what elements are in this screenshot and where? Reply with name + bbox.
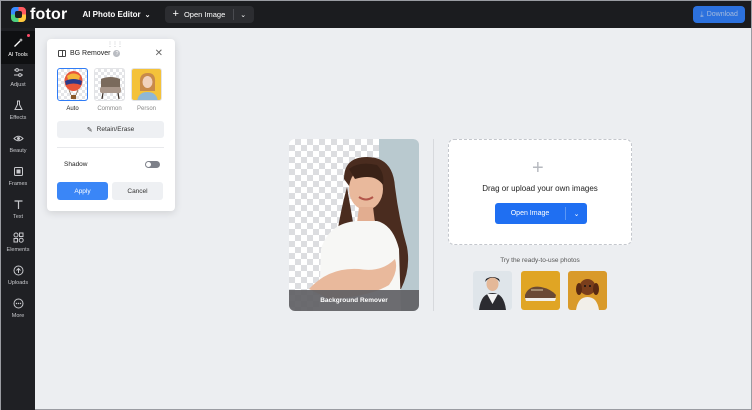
text-icon (13, 199, 24, 211)
sidebar-item-beauty[interactable]: Beauty (1, 127, 35, 160)
person-thumbnail (131, 68, 162, 101)
info-icon[interactable]: ? (113, 50, 121, 57)
upload-dropzone[interactable]: + Drag or upload your own images Open Im… (448, 139, 632, 245)
sidebar-item-frames[interactable]: Frames (1, 160, 35, 193)
chevron-down-icon[interactable]: ⌄ (566, 203, 587, 224)
sidebar-item-elements[interactable]: Elements (1, 226, 35, 259)
brush-icon: ✎ (86, 126, 93, 134)
retain-erase-button[interactable]: ✎ Retain/Erase (57, 121, 164, 138)
chevron-down-icon: ⌄ (144, 11, 151, 19)
sidebar-item-adjust[interactable]: Adjust (1, 61, 35, 94)
sidebar-item-label: AI Tools (8, 52, 28, 58)
panel-title: BG Remover (70, 50, 111, 57)
panel-header: BG Remover ? (58, 50, 121, 57)
upload-instruction: Drag or upload your own images (482, 184, 598, 193)
open-image-top-button[interactable]: + Open Image ⌄ (164, 6, 255, 23)
download-button[interactable]: ⤓ Download (693, 6, 745, 23)
sidebar-item-uploads[interactable]: Uploads (1, 259, 35, 292)
cancel-button[interactable]: Cancel (112, 182, 163, 200)
apply-button[interactable]: Apply (57, 182, 108, 200)
shapes-icon (13, 232, 24, 244)
sample-photo-man[interactable] (473, 271, 512, 310)
removal-mode-options: Auto Common Person (57, 68, 168, 112)
sidebar-item-ai-tools[interactable]: AI Tools (1, 31, 35, 64)
sidebar-item-text[interactable]: Text (1, 193, 35, 226)
background-remover-preview: Background Remover (289, 139, 419, 311)
logo-mark-icon (11, 7, 26, 22)
sidebar-item-label: Elements (6, 247, 30, 253)
close-icon[interactable]: ✕ (155, 48, 163, 59)
option-label: Auto (66, 106, 79, 112)
upload-icon (13, 265, 24, 277)
magic-wand-icon (13, 37, 24, 49)
chevron-down-icon[interactable]: ⌄ (240, 11, 246, 19)
sidebar-item-effects[interactable]: Effects (1, 94, 35, 127)
sidebar-item-label: More (11, 313, 25, 319)
sample-photo-shoes[interactable] (521, 271, 560, 310)
app-window: fotor AI Photo Editor ⌄ + Open Image ⌄ ⤓… (0, 0, 752, 410)
logo-text: fotor (30, 5, 68, 23)
download-icon: ⤓ (700, 9, 704, 19)
plus-icon: + (172, 8, 179, 20)
shadow-label: Shadow (64, 161, 88, 168)
option-person[interactable]: Person (131, 68, 162, 112)
eye-icon (12, 133, 24, 145)
open-image-label: Open Image (510, 210, 550, 217)
sidebar-item-more[interactable]: More (1, 292, 35, 325)
sidebar-item-label: Adjust (10, 82, 26, 88)
top-bar: fotor AI Photo Editor ⌄ + Open Image ⌄ ⤓… (1, 1, 751, 28)
sidebar-item-label: Frames (8, 181, 28, 187)
preview-caption: Background Remover (289, 290, 419, 311)
chair-thumbnail (94, 68, 125, 101)
bg-remover-panel: ⋮⋮⋮ BG Remover ? ✕ Auto Common Person ✎ … (47, 39, 175, 211)
woman-portrait-image (309, 157, 409, 311)
drag-handle-icon[interactable]: ⋮⋮⋮ (107, 41, 123, 48)
frame-icon (13, 166, 24, 178)
option-label: Person (136, 106, 156, 112)
download-label: Download (706, 11, 738, 18)
divider (57, 147, 164, 148)
ready-photos-label: Try the ready-to-use photos (500, 257, 580, 264)
flask-icon (13, 100, 24, 112)
sidebar-item-label: Beauty (9, 148, 27, 154)
editor-menu[interactable]: AI Photo Editor ⌄ (82, 10, 150, 19)
option-label: Common (97, 106, 122, 112)
editor-menu-label: AI Photo Editor (82, 10, 141, 19)
open-image-button[interactable]: Open Image ⌄ (495, 203, 587, 224)
retain-erase-label: Retain/Erase (96, 126, 135, 133)
notification-dot (27, 34, 30, 37)
sidebar-item-label: Text (12, 214, 24, 220)
sidebar-item-label: Effects (9, 115, 27, 121)
option-auto[interactable]: Auto (57, 68, 88, 112)
logo[interactable]: fotor (11, 6, 67, 24)
open-image-top-label: Open Image (183, 10, 226, 19)
sample-photo-dog[interactable] (568, 271, 607, 310)
plus-icon: + (532, 157, 544, 179)
bg-remover-icon (58, 50, 66, 57)
balloon-thumbnail (57, 68, 88, 101)
sidebar-item-label: Uploads (7, 280, 29, 286)
left-sidebar: AI Tools Adjust Effects Beauty Frames Te… (1, 28, 35, 410)
option-common[interactable]: Common (94, 68, 125, 112)
shadow-toggle[interactable] (145, 161, 160, 168)
more-icon (13, 298, 24, 310)
button-separator (233, 9, 235, 20)
vertical-divider (433, 139, 434, 311)
sliders-icon (13, 67, 24, 79)
